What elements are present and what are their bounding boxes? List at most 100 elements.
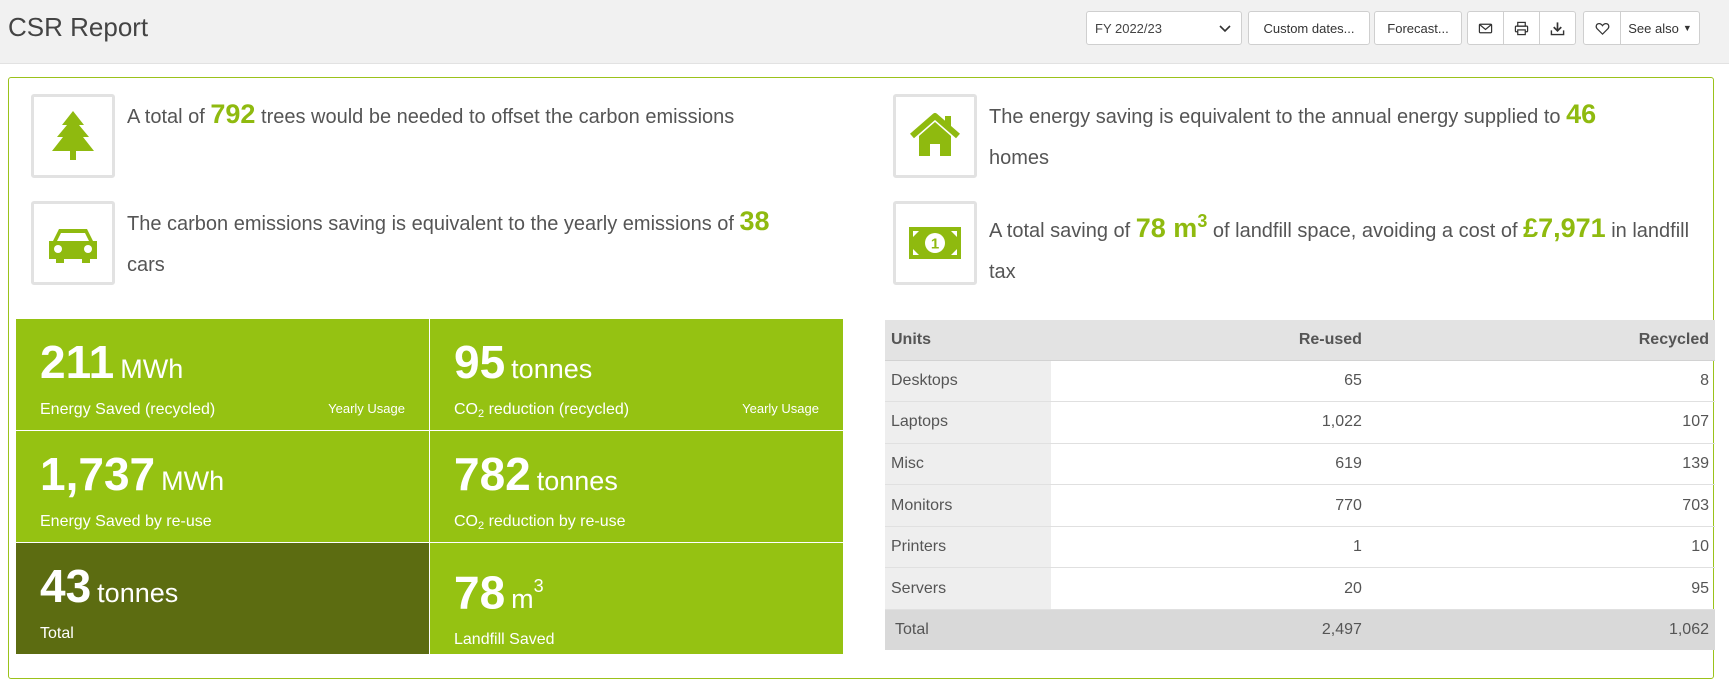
recycled-cell: 95	[1367, 567, 1715, 610]
landfill-volume-value: 78 m	[1135, 213, 1198, 243]
tile-energy-reuse: 1,737 MWh Energy Saved by re-use	[16, 431, 429, 542]
tile-label-part: CO	[454, 513, 478, 530]
tile-co2-reuse: 782 tonnes CO2 reduction by re-use	[430, 431, 843, 542]
cars-count: 38	[739, 206, 770, 236]
forecast-label: Forecast...	[1387, 20, 1449, 36]
fact-text-part: cars	[127, 254, 165, 276]
caret-down-icon: ▼	[1682, 23, 1692, 33]
tile-unit: m	[511, 584, 534, 615]
fact-text-part: homes	[989, 147, 1050, 169]
tile-total: 43 tonnes Total	[16, 543, 429, 654]
table-total-row: Total 2,497 1,062	[885, 609, 1715, 650]
reused-cell: 1	[1051, 525, 1368, 568]
download-button[interactable]	[1539, 11, 1576, 45]
reused-cell: 770	[1051, 484, 1368, 527]
fact-text-part: trees would be needed to offset the carb…	[255, 106, 735, 128]
chevron-down-icon	[1219, 25, 1231, 33]
fact-cars-text: The carbon emissions saving is equivalen…	[127, 201, 770, 286]
car-icon	[49, 229, 97, 263]
tile-value: 43 tonnes	[40, 561, 405, 618]
trees-count: 792	[210, 99, 256, 129]
fact-icon-box: 1	[893, 201, 977, 285]
tile-number: 78	[454, 566, 506, 619]
tile-value: 782 tonnes	[454, 449, 819, 506]
house-icon	[910, 113, 960, 156]
table-row: Printers 1 10	[885, 525, 1715, 568]
fact-landfill-text: A total saving of 78 m3 of landfill spac…	[989, 201, 1713, 293]
fact-icon-box	[893, 94, 977, 178]
landfill-cost: £7,971	[1523, 213, 1606, 243]
tile-co2-recycled: 95 tonnes CO2 reduction (recycled) Yearly…	[430, 319, 843, 430]
custom-dates-button[interactable]: Custom dates...	[1248, 11, 1370, 45]
printer-icon	[1514, 21, 1529, 35]
column-header-reused: Re-used	[1051, 320, 1368, 361]
fact-homes: The energy saving is equivalent to the a…	[893, 94, 1713, 179]
column-header-recycled: Recycled	[1367, 320, 1715, 361]
homes-count: 46	[1566, 99, 1597, 129]
heart-icon	[1595, 22, 1609, 35]
row-label: Laptops	[885, 401, 1051, 444]
fact-trees-text: A total of 792 trees would be needed to …	[127, 94, 734, 178]
recycled-cell: 10	[1367, 525, 1715, 568]
tile-value: 211 MWh	[40, 337, 405, 394]
favourite-button[interactable]	[1583, 11, 1621, 45]
header-bar: CSR Report FY 2022/23 Custom dates... Fo…	[0, 0, 1729, 64]
tile-number: 95	[454, 336, 506, 388]
table-row: Laptops 1,022 107	[885, 401, 1715, 444]
stat-tiles: 211 MWh Energy Saved (recycled) Yearly Us…	[16, 319, 844, 657]
recycled-cell: 703	[1367, 484, 1715, 527]
period-select-value: FY 2022/23	[1095, 20, 1162, 36]
fact-icon-box	[31, 201, 115, 285]
see-also-label: See also	[1628, 20, 1679, 36]
csr-panel: A total of 792 trees would be needed to …	[8, 77, 1715, 679]
tile-landfill: 78 m3 Landfill Saved	[430, 543, 843, 654]
reused-cell: 1,022	[1051, 401, 1368, 444]
tile-unit: tonnes	[511, 354, 593, 384]
fact-text-part: The energy saving is equivalent to the a…	[989, 106, 1567, 128]
row-label: Misc	[885, 442, 1051, 485]
tile-tag: Yearly Usage	[742, 401, 819, 416]
tile-unit-exp: 3	[533, 576, 544, 596]
units-table: Units Re-used Recycled Desktops 65 8 Lap…	[885, 320, 1715, 650]
download-icon	[1550, 21, 1565, 35]
tile-value: 78 m3	[454, 561, 819, 624]
tile-unit: MWh	[120, 354, 184, 384]
row-label: Monitors	[885, 484, 1051, 527]
total-recycled: 1,062	[1367, 609, 1715, 650]
tile-label: CO2 reduction by re-use	[454, 513, 819, 532]
row-label: Servers	[885, 567, 1051, 610]
tile-energy-recycled: 211 MWh Energy Saved (recycled) Yearly Us…	[16, 319, 429, 430]
tile-number: 43	[40, 560, 92, 612]
recycled-cell: 8	[1367, 359, 1715, 402]
fact-landfill: 1 A total saving of 78 m3 of landfill sp…	[893, 201, 1713, 293]
banknote-icon: 1	[909, 227, 961, 259]
tree-icon	[52, 111, 94, 160]
table-header-row: Units Re-used Recycled	[885, 320, 1715, 361]
reused-cell: 619	[1051, 442, 1368, 485]
forecast-button[interactable]: Forecast...	[1374, 11, 1462, 45]
see-also-button[interactable]: See also ▼	[1620, 11, 1700, 45]
tile-value: 1,737 MWh	[40, 449, 405, 506]
email-button[interactable]	[1467, 11, 1504, 45]
recycled-cell: 107	[1367, 401, 1715, 444]
tile-label: Landfill Saved	[454, 631, 555, 649]
fact-homes-text: The energy saving is equivalent to the a…	[989, 94, 1596, 179]
period-select[interactable]: FY 2022/23	[1086, 11, 1242, 45]
table-row: Servers 20 95	[885, 567, 1715, 610]
reused-cell: 20	[1051, 567, 1368, 610]
column-header-units: Units	[885, 320, 1051, 361]
print-button[interactable]	[1503, 11, 1540, 45]
tile-label: Energy Saved by re-use	[40, 513, 212, 530]
reused-cell: 65	[1051, 359, 1368, 402]
row-label: Printers	[885, 525, 1051, 568]
recycled-cell: 139	[1367, 442, 1715, 485]
table-row: Monitors 770 703	[885, 484, 1715, 527]
fact-cars: The carbon emissions saving is equivalen…	[31, 201, 871, 286]
tile-number: 1,737	[40, 448, 156, 500]
fact-text-part: The carbon emissions saving is equivalen…	[127, 213, 740, 235]
tile-number: 782	[454, 448, 531, 500]
row-label: Desktops	[885, 359, 1051, 402]
tile-unit: MWh	[161, 466, 225, 496]
tile-label: Total	[40, 625, 74, 642]
fact-text-part: A total of	[127, 106, 211, 128]
